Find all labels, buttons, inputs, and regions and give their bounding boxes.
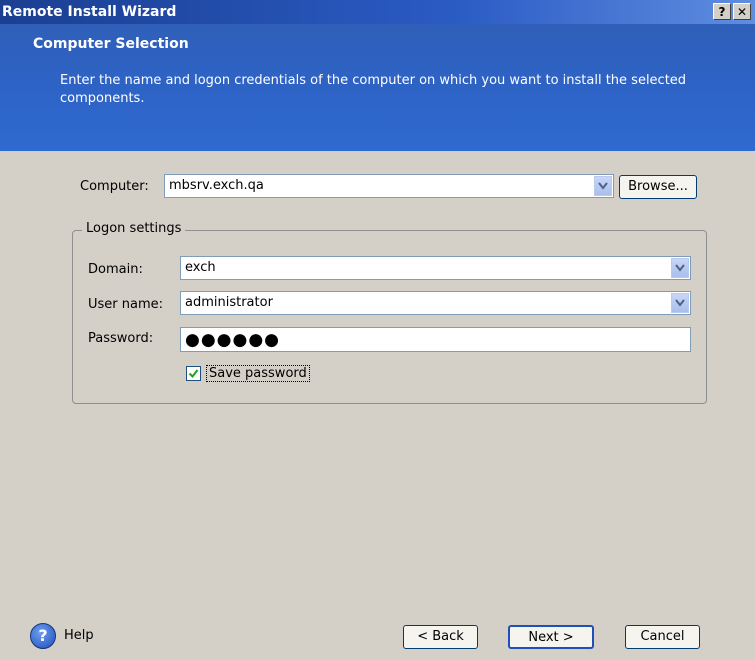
username-value: administrator [185, 295, 273, 310]
domain-value: exch [185, 260, 216, 275]
logon-settings-legend: Logon settings [82, 221, 186, 236]
computer-label: Computer: [80, 179, 149, 194]
cancel-button[interactable]: Cancel [625, 625, 700, 649]
remote-install-wizard-window: Remote Install Wizard ? ✕ Computer Selec… [0, 0, 755, 660]
browse-button[interactable]: Browse... [619, 175, 697, 199]
cancel-label: Cancel [640, 629, 685, 644]
next-button[interactable]: Next > [508, 625, 594, 649]
computer-value: mbsrv.exch.qa [169, 178, 264, 193]
help-icon[interactable]: ? [30, 623, 56, 649]
chevron-down-icon[interactable] [671, 293, 689, 313]
username-combo[interactable]: administrator [180, 291, 691, 315]
help-title-button[interactable]: ? [713, 3, 731, 20]
password-value: ●●●●●● [185, 330, 281, 350]
password-field[interactable]: ●●●●●● [180, 327, 691, 352]
chevron-down-icon[interactable] [594, 176, 612, 196]
page-description: Enter the name and logon credentials of … [60, 73, 687, 106]
close-button[interactable]: ✕ [733, 3, 751, 20]
checkmark-icon [188, 369, 199, 379]
window-title: Remote Install Wizard [2, 4, 177, 20]
save-password-checkbox[interactable] [186, 366, 201, 381]
help-link[interactable]: Help [64, 628, 94, 643]
domain-combo[interactable]: exch [180, 256, 691, 280]
computer-combo[interactable]: mbsrv.exch.qa [164, 174, 614, 198]
title-bar[interactable]: Remote Install Wizard ? ✕ [0, 0, 755, 24]
domain-label: Domain: [88, 262, 143, 277]
next-label: Next > [528, 630, 574, 645]
back-button[interactable]: < Back [403, 625, 478, 649]
page-title: Computer Selection [33, 36, 189, 52]
save-password-label[interactable]: Save password [206, 365, 310, 382]
username-label: User name: [88, 297, 164, 312]
save-password-text: Save password [209, 366, 307, 381]
back-label: < Back [417, 629, 464, 644]
chevron-down-icon[interactable] [671, 258, 689, 278]
browse-label: Browse... [628, 179, 688, 194]
password-label: Password: [88, 331, 154, 346]
